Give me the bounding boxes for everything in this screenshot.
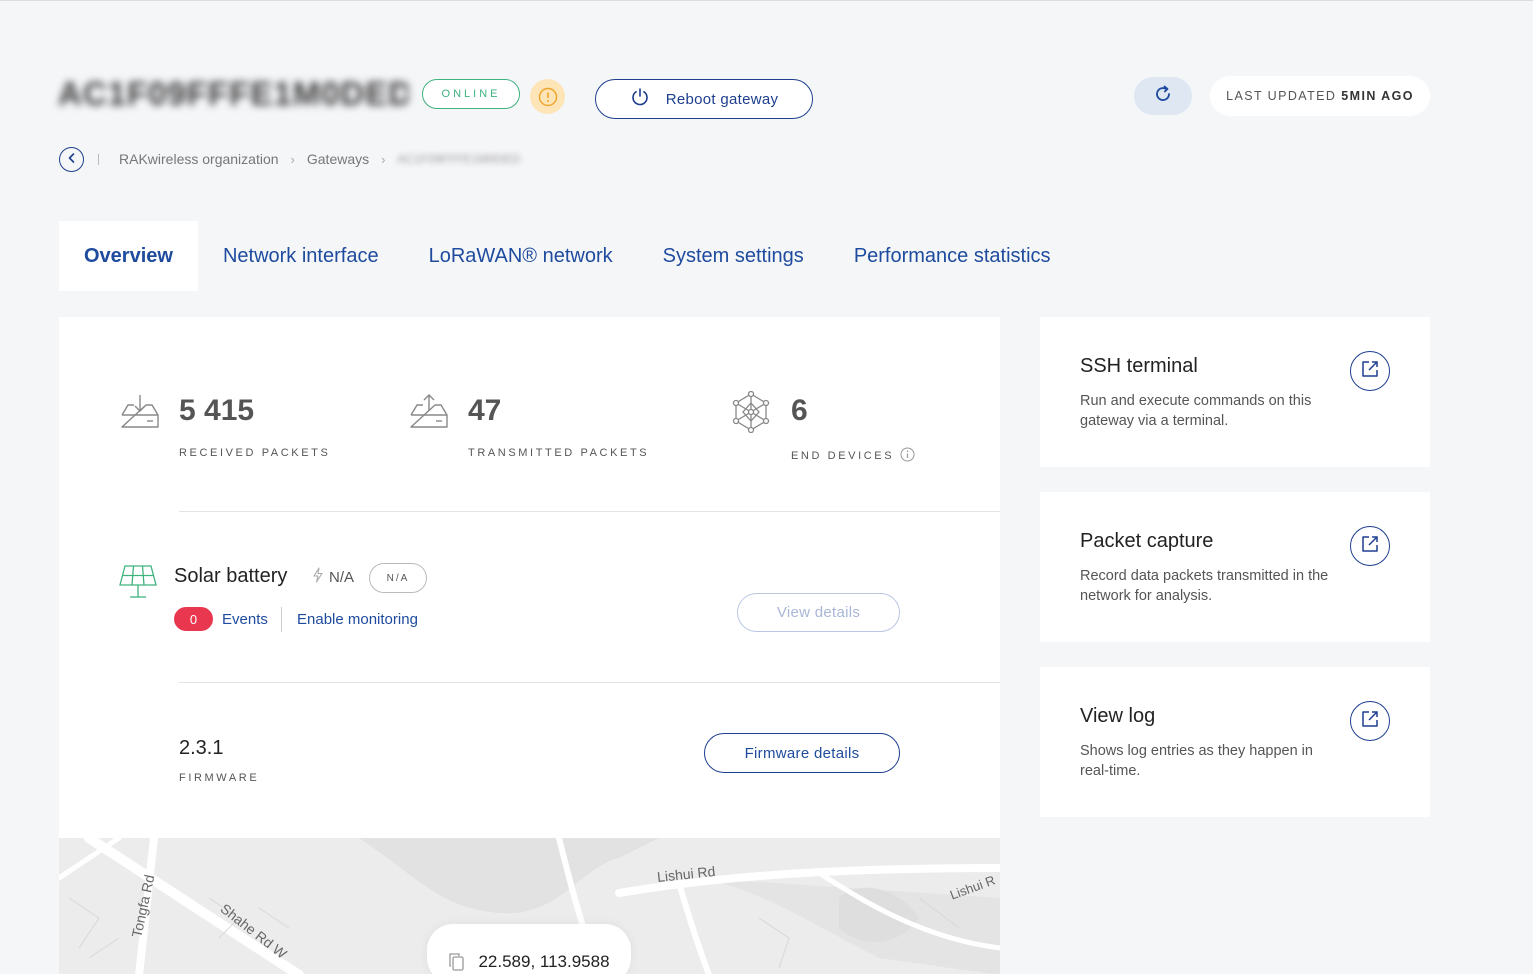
reboot-gateway-button[interactable]: Reboot gateway: [595, 79, 813, 119]
firmware-version: 2.3.1: [179, 737, 224, 759]
info-icon[interactable]: [900, 447, 915, 465]
coordinates-value: 22.589, 113.9588: [478, 952, 610, 971]
inbox-download-icon: [119, 391, 161, 433]
received-packets-label: RECEIVED PACKETS: [179, 447, 331, 459]
external-link-icon: [1360, 709, 1380, 734]
end-devices-stat: 6 END DEVICES: [731, 390, 915, 465]
view-log-desc: Shows log entries as they happen in real…: [1080, 743, 1313, 779]
chevron-right-icon: ›: [381, 151, 386, 167]
inbox-upload-icon: [408, 391, 450, 433]
open-packet-capture-button[interactable]: [1350, 526, 1390, 566]
enable-monitoring-link[interactable]: Enable monitoring: [297, 611, 418, 628]
open-view-log-button[interactable]: [1350, 701, 1390, 741]
section-divider: [179, 511, 1000, 512]
packet-capture-card[interactable]: Packet capture Record data packets trans…: [1040, 492, 1430, 642]
breadcrumb-divider: [98, 153, 99, 165]
network-nodes-icon: [731, 390, 773, 434]
gateway-title: AC1F09FFFE1M0DED: [58, 75, 408, 112]
firmware-label: FIRMWARE: [179, 772, 260, 784]
ssh-terminal-desc: Run and execute commands on this gateway…: [1080, 393, 1312, 429]
status-badge: ONLINE: [422, 79, 520, 109]
link-divider: [281, 607, 282, 632]
reboot-label: Reboot gateway: [665, 90, 779, 108]
power-icon: [630, 87, 650, 111]
tab-network-interface[interactable]: Network interface: [198, 221, 404, 291]
breadcrumb-gateways[interactable]: Gateways: [307, 151, 369, 167]
ssh-terminal-title: SSH terminal: [1080, 355, 1198, 377]
breadcrumb-current: AC1F09FFFE1M0DED: [397, 152, 521, 166]
tab-performance-statistics[interactable]: Performance statistics: [829, 221, 1076, 291]
packet-capture-title: Packet capture: [1080, 530, 1214, 552]
end-devices-value: 6: [791, 394, 808, 427]
view-log-title: View log: [1080, 705, 1156, 727]
end-devices-label-row: END DEVICES: [791, 447, 915, 465]
lightning-icon: [311, 567, 325, 587]
tab-lorawan-network[interactable]: LoRaWAN® network: [404, 221, 638, 291]
refresh-button[interactable]: [1134, 77, 1192, 115]
tab-system-settings[interactable]: System settings: [638, 221, 829, 291]
solar-battery-title: Solar battery: [174, 565, 288, 587]
warning-icon[interactable]: [530, 79, 565, 114]
events-count-badge: 0: [174, 607, 213, 631]
solar-power-value: N/A: [329, 568, 355, 586]
solar-status-pill: N/A: [369, 563, 427, 593]
back-button[interactable]: [59, 147, 84, 172]
solar-power-readout: N/A: [311, 567, 354, 587]
external-link-icon: [1360, 359, 1380, 384]
last-updated-value: 5MIN AGO: [1341, 89, 1414, 103]
tab-overview[interactable]: Overview: [59, 221, 198, 291]
overview-card: 5 415 RECEIVED PACKETS 47 TRANSMITTED PA…: [59, 317, 1000, 838]
external-link-icon: [1360, 534, 1380, 559]
coordinates-chip[interactable]: 22.589, 113.9588: [427, 924, 631, 974]
last-updated-label: LAST UPDATED: [1226, 89, 1337, 103]
open-ssh-terminal-button[interactable]: [1350, 351, 1390, 391]
events-link[interactable]: Events: [222, 611, 268, 628]
received-packets-stat: 5 415 RECEIVED PACKETS: [119, 393, 330, 459]
transmitted-packets-value: 47: [468, 394, 502, 427]
ssh-terminal-card[interactable]: SSH terminal Run and execute commands on…: [1040, 317, 1430, 467]
received-packets-value: 5 415: [179, 394, 255, 427]
breadcrumb: RAKwireless organization › Gateways › AC…: [98, 149, 537, 169]
transmitted-packets-stat: 47 TRANSMITTED PACKETS: [408, 393, 649, 459]
packet-capture-desc: Record data packets transmitted in the n…: [1080, 568, 1329, 604]
last-updated-indicator: LAST UPDATED 5MIN AGO: [1210, 76, 1430, 116]
section-divider: [179, 682, 1000, 683]
chevron-left-icon: [66, 151, 78, 169]
chevron-right-icon: ›: [290, 151, 295, 167]
tab-bar: Overview Network interface LoRaWAN® netw…: [59, 221, 1076, 291]
solar-panel-icon: [119, 563, 157, 599]
view-log-card[interactable]: View log Shows log entries as they happe…: [1040, 667, 1430, 817]
location-map[interactable]: Lishui Rd Lishui R Tongfa Rd Shahe Rd W …: [59, 838, 1000, 974]
transmitted-packets-label: TRANSMITTED PACKETS: [468, 447, 650, 459]
end-devices-label: END DEVICES: [791, 450, 895, 462]
view-details-button[interactable]: View details: [737, 593, 900, 632]
copy-icon[interactable]: [448, 952, 466, 974]
firmware-details-button[interactable]: Firmware details: [704, 733, 900, 773]
refresh-icon: [1153, 84, 1173, 109]
breadcrumb-organization[interactable]: RAKwireless organization: [119, 151, 279, 167]
